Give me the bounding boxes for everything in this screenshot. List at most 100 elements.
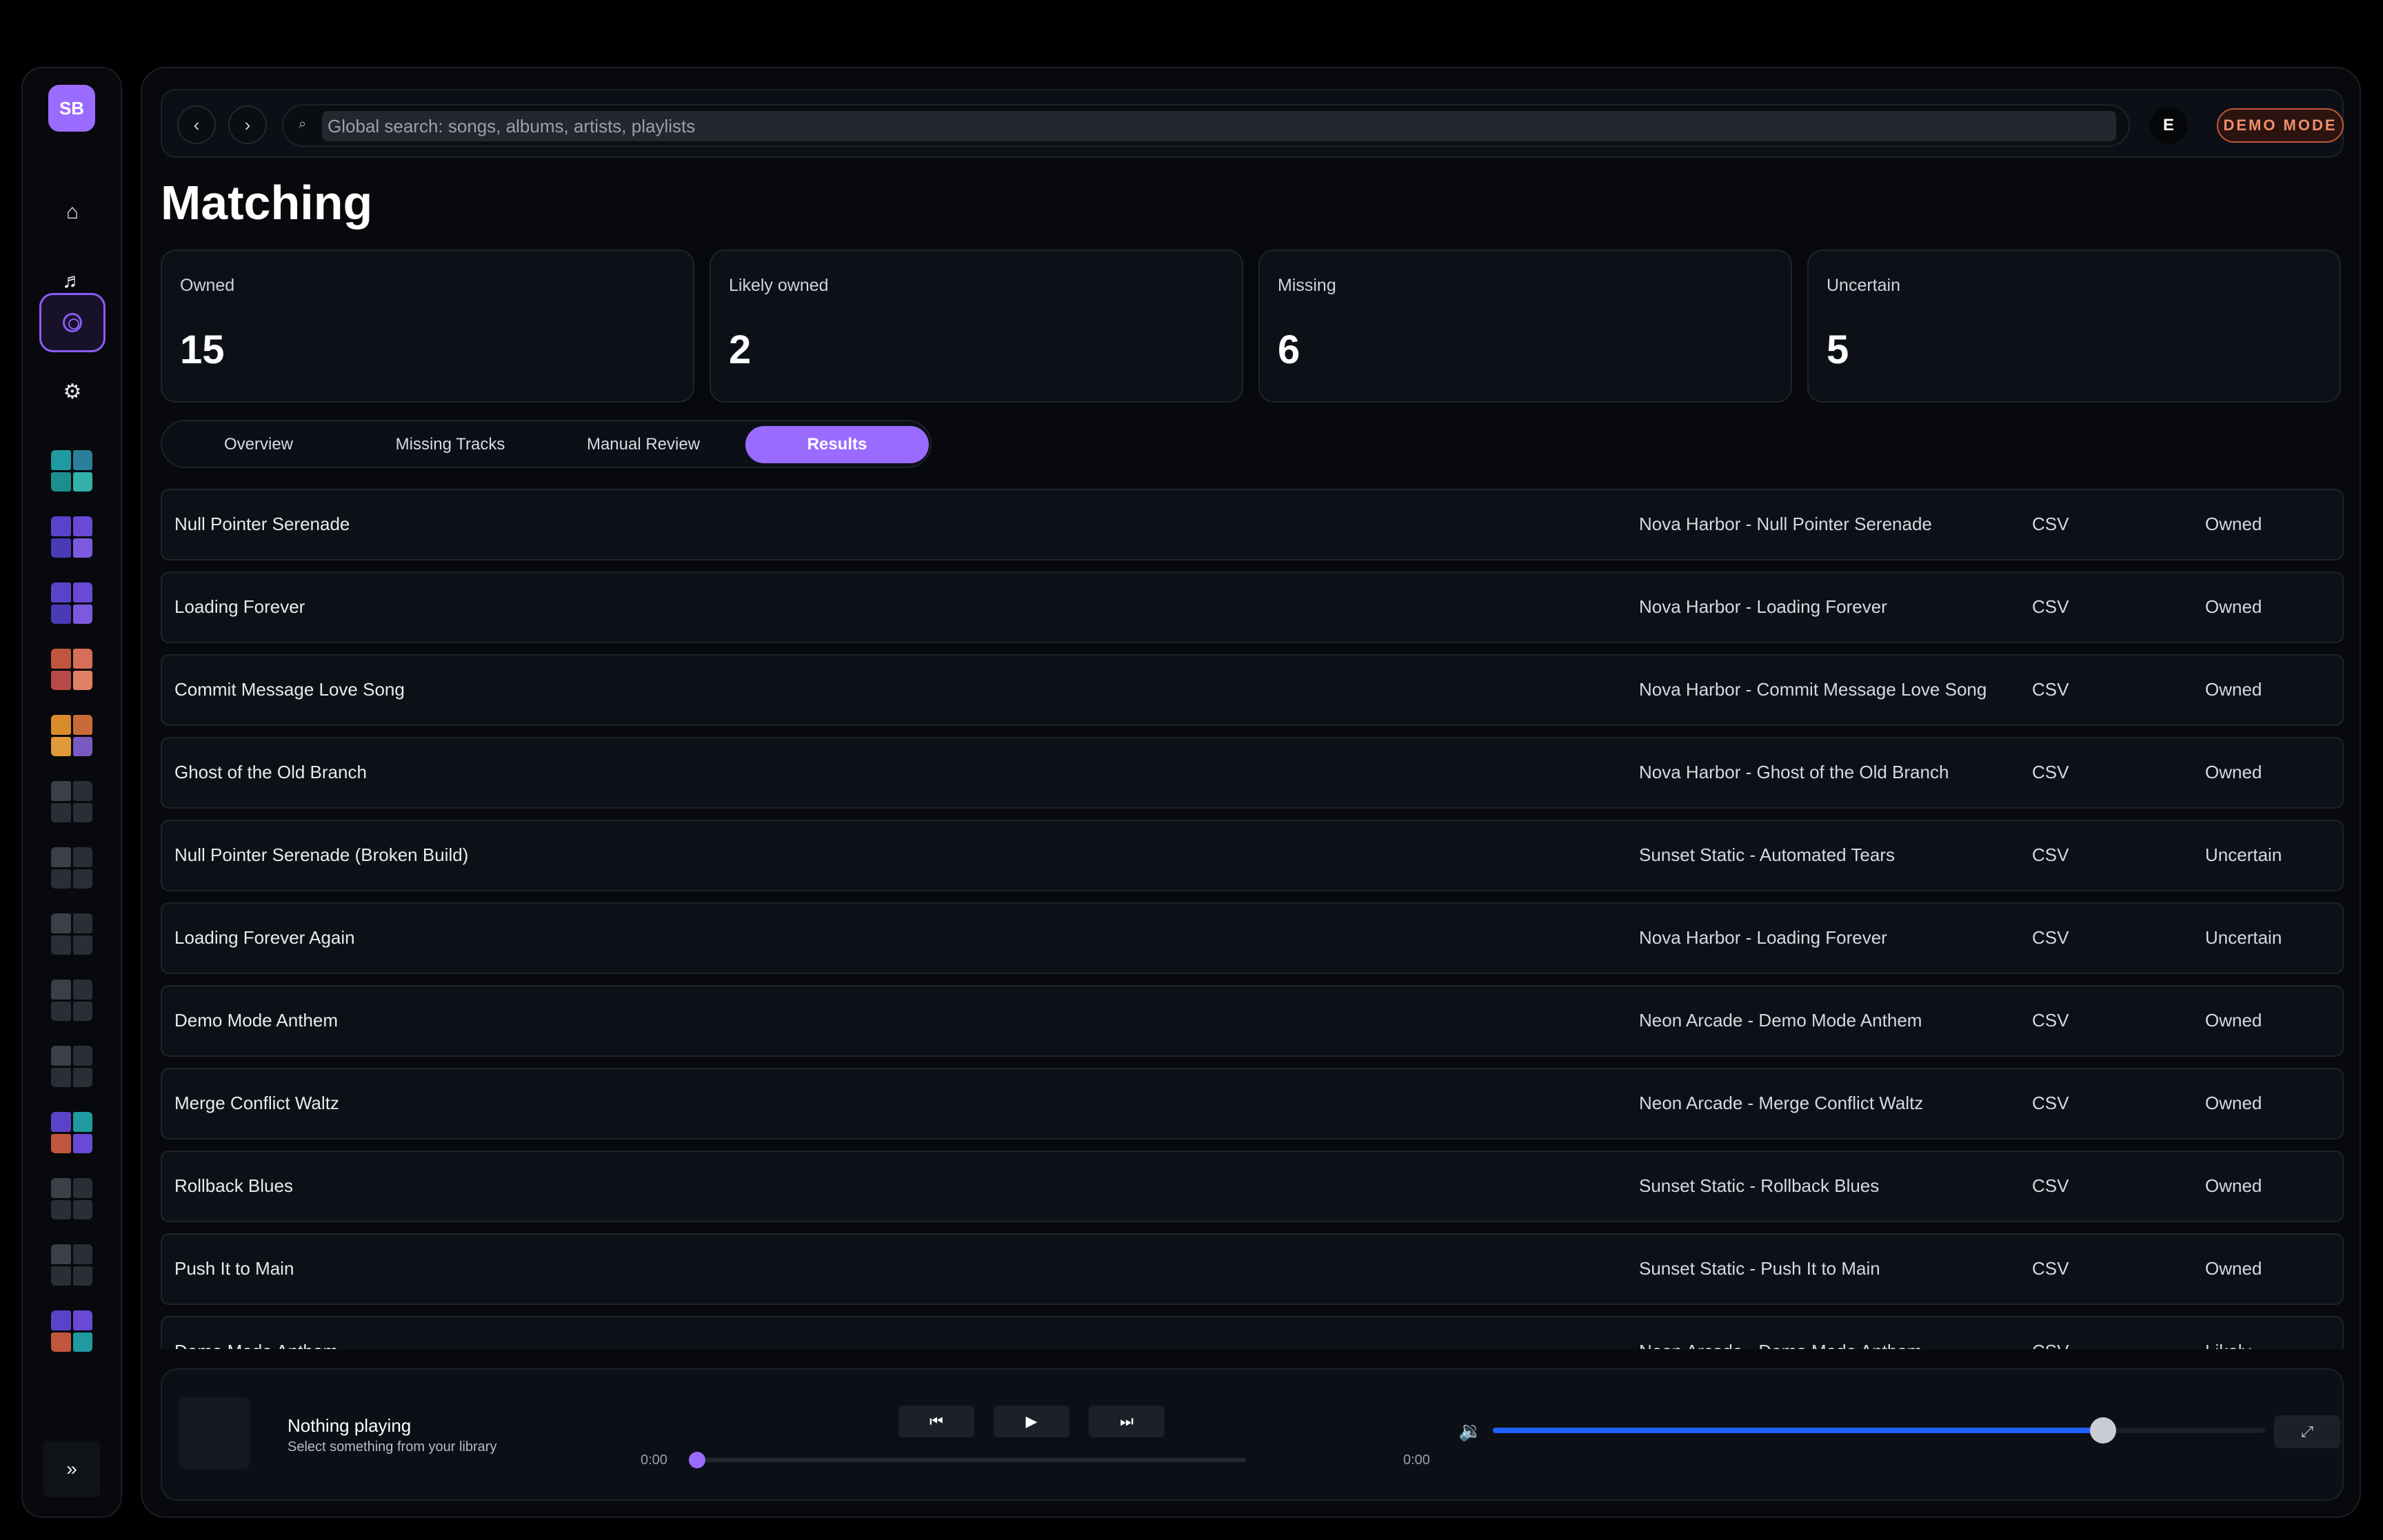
playlist-thumbnail[interactable] xyxy=(51,582,92,624)
volume-icon[interactable]: 🔉 xyxy=(1458,1419,1482,1442)
matched-track: Sunset Static - Push It to Main xyxy=(1639,1258,1880,1279)
back-button[interactable]: ‹ xyxy=(177,105,216,144)
next-button[interactable]: ⏭ xyxy=(1089,1406,1165,1437)
table-row[interactable]: Null Pointer Serenade Nova Harbor - Null… xyxy=(161,489,2344,560)
expand-player-button[interactable]: ⤢ xyxy=(2274,1415,2340,1448)
playlist-thumbnail[interactable] xyxy=(51,516,92,558)
track-title: Push It to Main xyxy=(174,1258,294,1279)
top-bar: ‹ › ⌕ E DEMO MODE xyxy=(161,89,2344,158)
progress-handle[interactable] xyxy=(689,1452,705,1468)
source: CSV xyxy=(2032,596,2069,617)
matched-track: Nova Harbor - Commit Message Love Song xyxy=(1639,679,1987,700)
table-row[interactable]: Push It to Main Sunset Static - Push It … xyxy=(161,1233,2344,1305)
match-status: Uncertain xyxy=(2205,927,2282,948)
source: CSV xyxy=(2032,844,2069,865)
source: CSV xyxy=(2032,1258,2069,1279)
track-title: Loading Forever xyxy=(174,596,305,617)
gear-icon[interactable]: ⚙ xyxy=(39,362,105,421)
play-button[interactable]: ▶ xyxy=(994,1406,1069,1437)
source: CSV xyxy=(2032,1341,2069,1349)
matched-track: Nova Harbor - Loading Forever xyxy=(1639,927,1887,948)
table-row[interactable]: Rollback Blues Sunset Static - Rollback … xyxy=(161,1151,2344,1222)
playlist-thumbnail[interactable] xyxy=(51,847,92,889)
table-row[interactable]: Null Pointer Serenade (Broken Build) Sun… xyxy=(161,820,2344,891)
match-status: Owned xyxy=(2205,679,2262,700)
demo-mode-badge[interactable]: DEMO MODE xyxy=(2217,108,2344,143)
now-playing-title: Nothing playing xyxy=(288,1415,412,1436)
album-art xyxy=(179,1397,250,1469)
playlist-thumbnail[interactable] xyxy=(51,980,92,1021)
playlist-thumbnail[interactable] xyxy=(51,1178,92,1219)
table-row[interactable]: Loading Forever Nova Harbor - Loading Fo… xyxy=(161,571,2344,643)
source: CSV xyxy=(2032,1093,2069,1113)
playlist-thumbnail[interactable] xyxy=(51,781,92,822)
stat-label: Uncertain xyxy=(1827,276,1900,295)
tab-bar: Overview Missing Tracks Manual Review Re… xyxy=(161,420,932,468)
sidebar-item-matching[interactable] xyxy=(39,293,105,352)
matched-track: Neon Arcade - Demo Mode Anthem xyxy=(1639,1341,1922,1349)
expand-sidebar-button[interactable]: » xyxy=(43,1441,100,1497)
matched-track: Nova Harbor - Null Pointer Serenade xyxy=(1639,514,1932,534)
results-list: Null Pointer Serenade Nova Harbor - Null… xyxy=(161,489,2344,1349)
search-icon: ⌕ xyxy=(299,116,307,132)
avatar[interactable]: SB xyxy=(48,85,95,132)
stat-label: Missing xyxy=(1278,276,1336,295)
source: CSV xyxy=(2032,679,2069,700)
volume-slider[interactable] xyxy=(1493,1417,2265,1443)
track-title: Merge Conflict Waltz xyxy=(174,1093,339,1113)
stat-value: 2 xyxy=(729,327,752,372)
table-row[interactable]: Commit Message Love Song Nova Harbor - C… xyxy=(161,654,2344,726)
source: CSV xyxy=(2032,927,2069,948)
volume-fill xyxy=(1493,1428,2103,1433)
match-status: Owned xyxy=(2205,596,2262,617)
match-status: Owned xyxy=(2205,1010,2262,1031)
previous-button[interactable]: ⏮ xyxy=(898,1406,974,1437)
stat-value: 15 xyxy=(180,327,225,372)
forward-button[interactable]: › xyxy=(228,105,267,144)
track-title: Demo Mode Anthem xyxy=(174,1341,338,1349)
matched-track: Neon Arcade - Merge Conflict Waltz xyxy=(1639,1093,1924,1113)
progress-bar[interactable] xyxy=(689,1452,1246,1468)
time-current: 0:00 xyxy=(641,1452,667,1468)
playlist-thumbnail[interactable] xyxy=(51,649,92,690)
search-input[interactable] xyxy=(322,111,2116,141)
track-title: Rollback Blues xyxy=(174,1175,293,1196)
tab-manual-review[interactable]: Manual Review xyxy=(552,426,734,463)
track-title: Loading Forever Again xyxy=(174,927,355,948)
source: CSV xyxy=(2032,1175,2069,1196)
page-title: Matching xyxy=(161,176,373,230)
table-row[interactable]: Loading Forever Again Nova Harbor - Load… xyxy=(161,902,2344,974)
table-row[interactable]: Demo Mode Anthem Neon Arcade - Demo Mode… xyxy=(161,1316,2344,1349)
match-status: Owned xyxy=(2205,762,2262,782)
playlist-thumbnail[interactable] xyxy=(51,1310,92,1352)
user-avatar[interactable]: E xyxy=(2150,107,2187,144)
playlist-thumbnail[interactable] xyxy=(51,1244,92,1286)
stat-label: Likely owned xyxy=(729,276,829,295)
home-icon[interactable]: ⌂ xyxy=(39,183,105,242)
track-title: Ghost of the Old Branch xyxy=(174,762,367,782)
tab-overview[interactable]: Overview xyxy=(168,426,350,463)
matched-track: Nova Harbor - Ghost of the Old Branch xyxy=(1639,762,1949,782)
match-status: Owned xyxy=(2205,1258,2262,1279)
stat-label: Owned xyxy=(180,276,235,295)
source: CSV xyxy=(2032,514,2069,534)
source: CSV xyxy=(2032,762,2069,782)
playlist-thumbnail[interactable] xyxy=(51,1046,92,1087)
table-row[interactable]: Merge Conflict Waltz Neon Arcade - Merge… xyxy=(161,1068,2344,1139)
match-status: Owned xyxy=(2205,514,2262,534)
playlist-thumbnail[interactable] xyxy=(51,715,92,756)
playlist-thumbnail[interactable] xyxy=(51,1112,92,1153)
match-status: Owned xyxy=(2205,1175,2262,1196)
matched-track: Sunset Static - Automated Tears xyxy=(1639,844,1895,865)
table-row[interactable]: Demo Mode Anthem Neon Arcade - Demo Mode… xyxy=(161,985,2344,1057)
table-row[interactable]: Ghost of the Old Branch Nova Harbor - Gh… xyxy=(161,737,2344,809)
playlist-thumbnail[interactable] xyxy=(51,450,92,492)
match-status: Uncertain xyxy=(2205,844,2282,865)
playlist-thumbnail[interactable] xyxy=(51,913,92,955)
volume-handle[interactable] xyxy=(2090,1417,2116,1443)
match-status: Likely... xyxy=(2205,1341,2264,1349)
tab-results[interactable]: Results xyxy=(745,426,929,463)
stat-value: 5 xyxy=(1827,327,1849,372)
tab-missing-tracks[interactable]: Missing Tracks xyxy=(359,426,541,463)
sidebar: SB ⌂ ♬ ⚙ » xyxy=(21,67,122,1518)
